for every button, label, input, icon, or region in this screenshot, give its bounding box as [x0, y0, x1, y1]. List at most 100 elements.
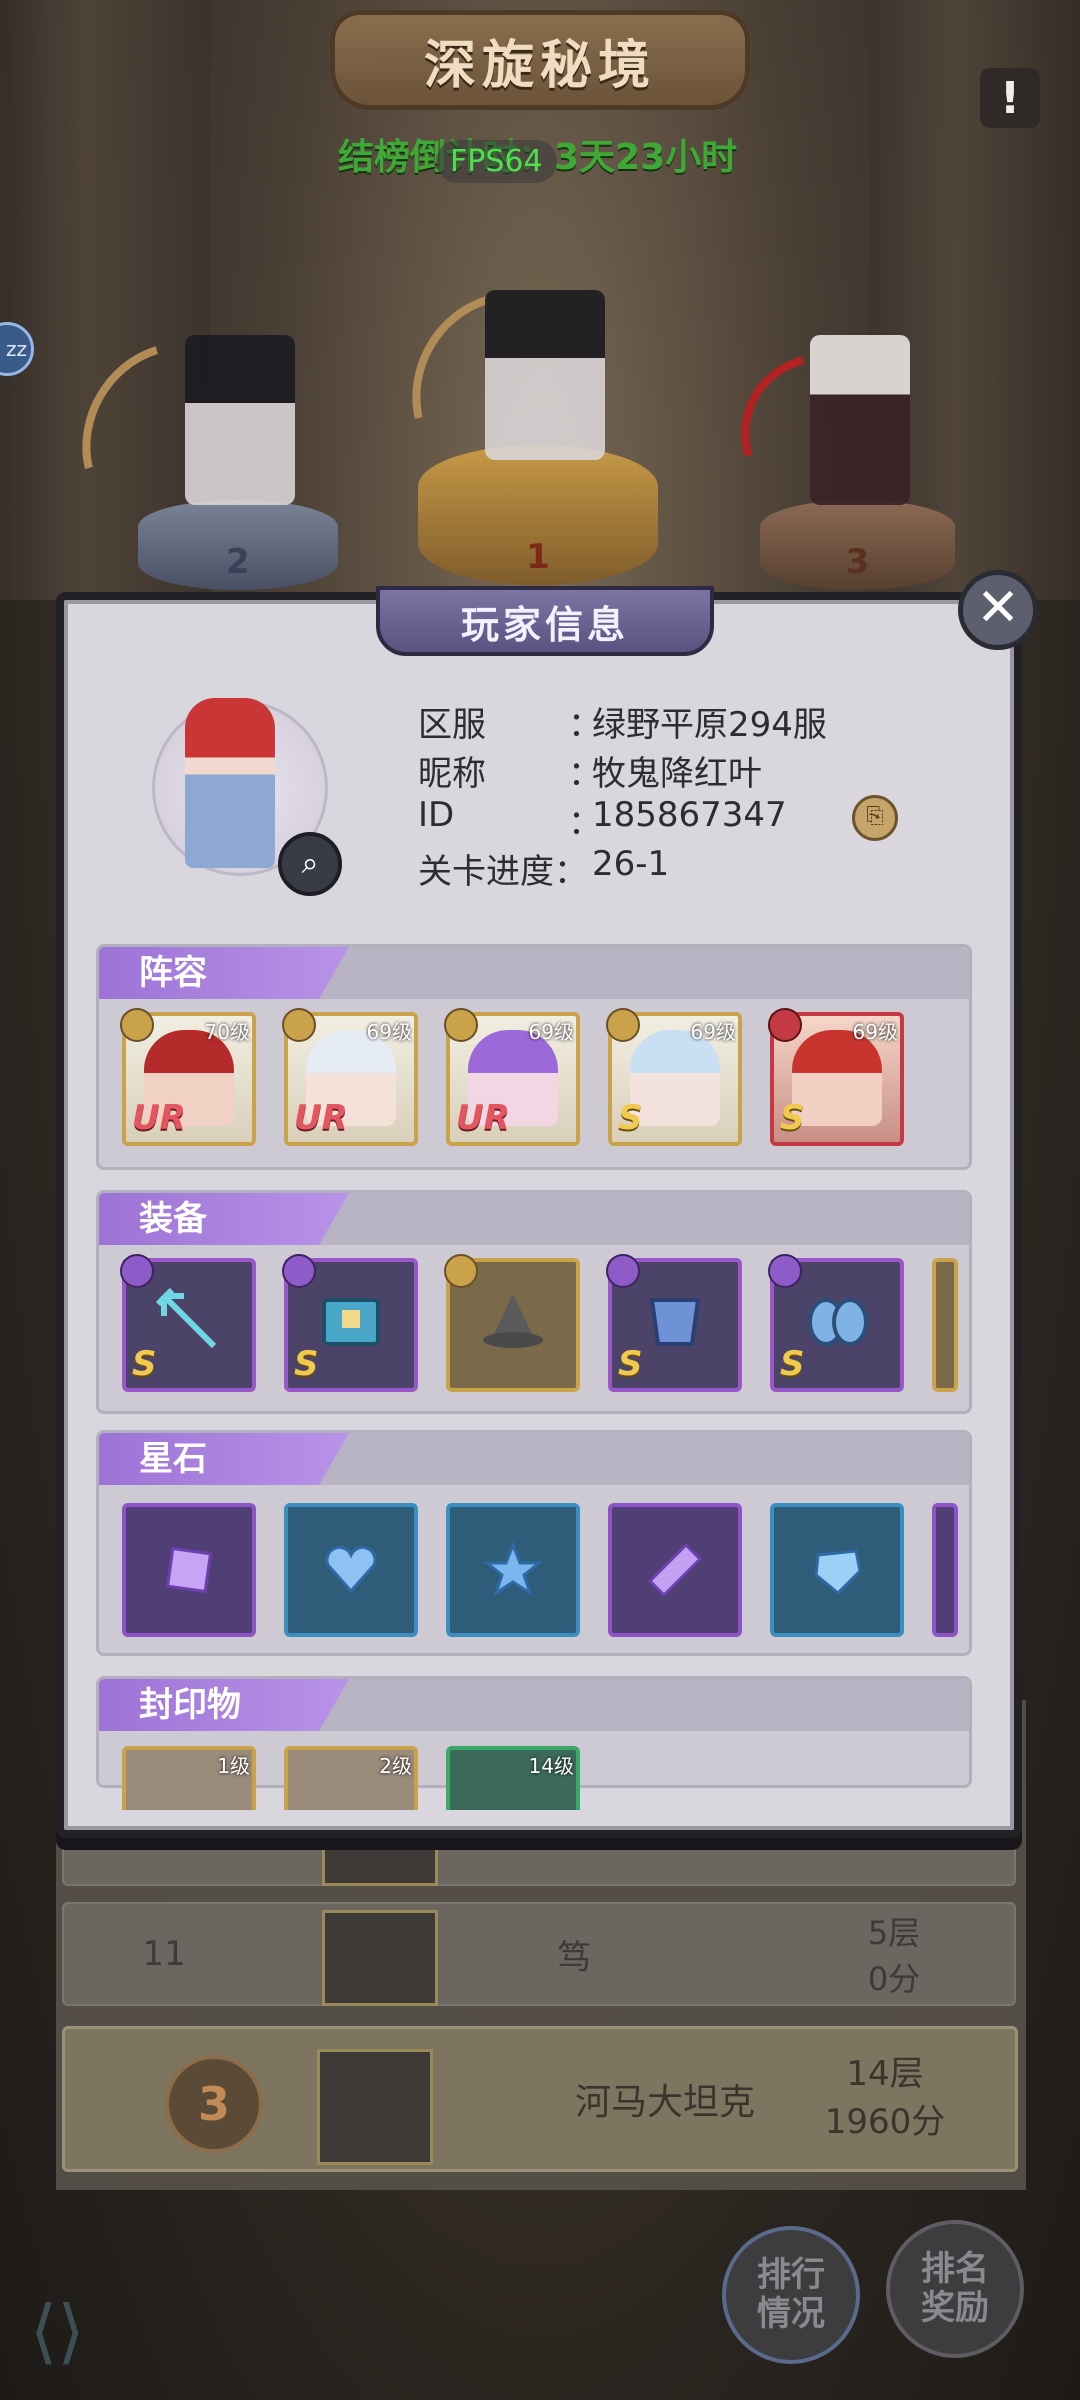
podium-third: 3 [760, 500, 955, 590]
class-icon [120, 1008, 154, 1042]
info-sep: ： [568, 754, 602, 794]
podium-number: 2 [226, 542, 250, 582]
square-gem-icon [165, 1546, 213, 1594]
avatar [317, 2049, 433, 2165]
info-label: 昵称 [418, 754, 486, 794]
podium-number: 1 [526, 537, 550, 577]
table-row[interactable]: 11 笃 5层 0分 [62, 1902, 1016, 2006]
star-stone-slot[interactable] [284, 1503, 418, 1637]
seal-slot[interactable]: 14级 [446, 1746, 580, 1810]
seal-level: 1级 [217, 1754, 250, 1778]
equipment-slot[interactable] [444, 1254, 580, 1392]
top-player-sprite[interactable] [810, 335, 910, 505]
equipment-slot[interactable]: S [282, 1254, 418, 1392]
star-stone-slot[interactable] [608, 1503, 742, 1637]
equipment-slot-partial[interactable] [932, 1258, 958, 1392]
info-sep: ： [568, 803, 602, 843]
hero-slot[interactable]: 69级 UR [282, 1008, 418, 1146]
rarity-badge: UR [132, 1098, 186, 1138]
trident-icon [155, 1287, 217, 1349]
info-id: ID ： 185867347 [418, 795, 787, 844]
rank-reward-button[interactable]: 排名 奖励 [886, 2220, 1024, 2358]
podium-second: 2 [138, 500, 338, 590]
info-value: 牧鬼降红叶 [592, 754, 762, 794]
rank-number: 11 [142, 1934, 186, 1974]
info-value: 26-1 [592, 844, 670, 884]
info-server: 区服 ： 绿野平原294服 [418, 697, 827, 746]
seal-level: 14级 [528, 1754, 574, 1778]
star-stone-slot[interactable] [446, 1503, 580, 1637]
my-rank-row[interactable]: 3 河马大坦克 14层 1960分 [62, 2026, 1018, 2172]
top-player-sprite[interactable] [185, 335, 295, 505]
info-nickname: 昵称 ： 牧鬼降红叶 [418, 746, 762, 795]
podium-first: 1 [418, 445, 658, 585]
equipment-slot[interactable]: S [768, 1254, 904, 1392]
class-icon [282, 1254, 316, 1288]
seal-slot[interactable]: 1级 [122, 1746, 256, 1810]
equipment-slot[interactable]: S [120, 1254, 256, 1392]
rarity-badge: S [618, 1098, 643, 1138]
hero-level: 70级 [204, 1020, 250, 1044]
rank-status-button[interactable]: 排行 情况 [722, 2226, 860, 2364]
player-name: 笃 [557, 1937, 591, 1978]
star-gem-icon [484, 1541, 542, 1597]
close-icon[interactable]: ✕ [958, 570, 1038, 650]
class-icon [768, 1254, 802, 1288]
class-icon [120, 1254, 154, 1288]
gauntlet-icon [808, 1298, 868, 1346]
hero-level: 69级 [366, 1020, 412, 1044]
info-label: 关卡进度： [418, 852, 588, 892]
hero-slot[interactable]: 69级 S [768, 1008, 904, 1146]
rank-status-label: 排行 情况 [757, 2254, 825, 2334]
info-label: ID [418, 795, 455, 835]
rarity-badge: S [780, 1098, 805, 1138]
score-value: 1960分 [824, 2102, 946, 2142]
wizard-hat-icon [483, 1294, 543, 1348]
hero-level: 69级 [528, 1020, 574, 1044]
class-icon [444, 1008, 478, 1042]
fps-counter: FPS64 [436, 140, 557, 183]
back-arrow-icon[interactable]: ⟨⟩ [30, 2290, 85, 2372]
rarity-badge: UR [294, 1098, 348, 1138]
section-title: 封印物 [99, 1679, 349, 1731]
top-player-sprite[interactable] [485, 290, 605, 460]
star-stone-slot-partial[interactable] [932, 1503, 958, 1637]
rarity-badge: S [780, 1344, 805, 1384]
equipment-slot[interactable]: S [606, 1254, 742, 1392]
modal-title: 玩家信息 [376, 586, 714, 656]
floor-count: 14层 [846, 2054, 924, 2095]
diamond-gem-icon [647, 1542, 703, 1598]
hero-slot[interactable]: 70级 UR [120, 1008, 256, 1146]
avatar [322, 1910, 438, 2006]
class-icon [606, 1008, 640, 1042]
seal-level: 2级 [379, 1754, 412, 1778]
info-label: 区服 [418, 705, 486, 745]
section-title: 装备 [99, 1193, 349, 1245]
star-stone-slot[interactable] [770, 1503, 904, 1637]
info-stage-progress: 关卡进度： 26-1 [418, 844, 669, 893]
class-icon [444, 1254, 478, 1288]
section-title: 星石 [99, 1433, 349, 1485]
star-stone-slot[interactable] [122, 1503, 256, 1637]
rank-medal-icon: 3 [165, 2055, 263, 2153]
class-icon [282, 1008, 316, 1042]
info-value: 185867347 [592, 795, 787, 835]
rarity-badge: S [132, 1344, 157, 1384]
rank-reward-label: 排名 奖励 [921, 2248, 989, 2328]
seal-slot[interactable]: 2级 [284, 1746, 418, 1810]
rarity-badge: UR [456, 1098, 510, 1138]
section-title: 阵容 [99, 947, 349, 999]
info-sep: ： [568, 705, 602, 745]
floor-count: 5层 [867, 1914, 921, 1952]
hero-slot[interactable]: 69级 UR [444, 1008, 580, 1146]
magnifier-icon[interactable]: ⌕ [278, 832, 342, 896]
page-title: 深旋秘境 [330, 10, 750, 110]
info-exclamation-button[interactable]: ! [980, 68, 1040, 128]
hero-level: 69级 [690, 1020, 736, 1044]
armor-icon [649, 1298, 701, 1346]
copy-id-icon[interactable]: ⎘ [852, 795, 898, 841]
hero-level: 69级 [852, 1020, 898, 1044]
hero-slot[interactable]: 69级 S [606, 1008, 742, 1146]
class-icon [768, 1008, 802, 1042]
heart-gem-icon [325, 1545, 377, 1594]
